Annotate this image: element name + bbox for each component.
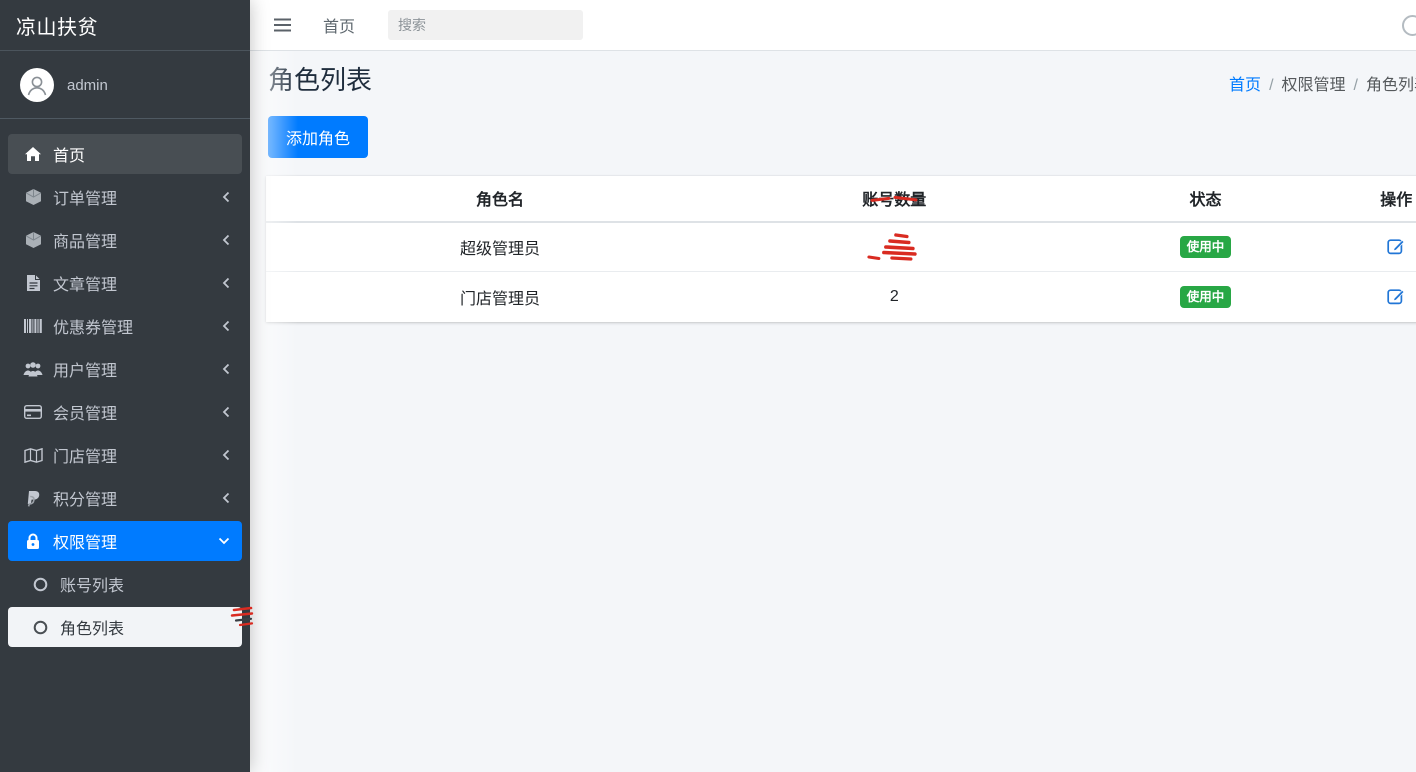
sidebar-item-label: 用户管理: [53, 357, 222, 381]
table-header-row: 角色名 账号数量 状态 操作: [266, 176, 1416, 222]
sidebar-item-role-list[interactable]: 角色列表: [8, 607, 242, 647]
column-header-actions: 操作: [1356, 176, 1416, 222]
chevron-left-icon: [222, 234, 230, 246]
sidebar-item-orders[interactable]: 订单管理: [8, 177, 242, 217]
column-header-role-name: 角色名: [266, 176, 734, 222]
status-cell: 使用中: [1055, 272, 1357, 322]
chevron-left-icon: [222, 277, 230, 289]
users-icon: [18, 362, 48, 377]
column-header-label: 账号数量: [862, 192, 926, 209]
role-name-cell: 门店管理员: [266, 272, 734, 322]
account-count-cell: 2: [734, 272, 1055, 322]
paypal-icon: [18, 490, 48, 507]
status-badge: 使用中: [1180, 286, 1232, 309]
chevron-left-icon: [222, 363, 230, 375]
table-row: 门店管理员 2 使用中: [266, 272, 1416, 322]
status-cell: 使用中: [1055, 222, 1357, 272]
sidebar-item-label: 门店管理: [53, 443, 222, 467]
actions-cell: [1356, 222, 1416, 272]
cube-icon: [18, 188, 48, 206]
credit-card-icon: [18, 405, 48, 419]
sidebar-item-coupons[interactable]: 优惠券管理: [8, 306, 242, 346]
sidebar-item-label: 文章管理: [53, 271, 222, 295]
search-box: [388, 10, 583, 40]
barcode-icon: [18, 319, 48, 333]
page-title: 角色列表: [268, 66, 372, 96]
circle-icon: [25, 577, 55, 592]
sidebar-item-products[interactable]: 商品管理: [8, 220, 242, 260]
sidebar-item-members[interactable]: 会员管理: [8, 392, 242, 432]
sidebar-nav: 首页 订单管理 商品管理 文章管理 优: [0, 119, 250, 658]
chevron-left-icon: [222, 191, 230, 203]
brand-title[interactable]: 凉山扶贫: [0, 0, 250, 51]
sidebar-item-points[interactable]: 积分管理: [8, 478, 242, 518]
sidebar-item-account-list[interactable]: 账号列表: [8, 564, 242, 604]
sidebar-item-label: 账号列表: [60, 572, 232, 596]
column-header-status: 状态: [1055, 176, 1357, 222]
chevron-left-icon: [222, 320, 230, 332]
edit-role-button[interactable]: [1385, 235, 1407, 260]
map-icon: [18, 448, 48, 463]
breadcrumb-item-permissions: 权限管理: [1282, 77, 1346, 94]
user-name[interactable]: admin: [67, 77, 108, 94]
edit-role-button[interactable]: [1385, 285, 1407, 310]
file-icon: [18, 274, 48, 292]
column-header-account-count: 账号数量: [734, 176, 1055, 222]
chevron-down-icon: [218, 537, 230, 545]
sidebar-item-stores[interactable]: 门店管理: [8, 435, 242, 475]
role-table-card: 角色名 账号数量 状态 操作 超级管理员: [266, 176, 1416, 322]
sidebar-item-articles[interactable]: 文章管理: [8, 263, 242, 303]
hamburger-icon: [274, 18, 291, 32]
sidebar-toggle-button[interactable]: [274, 18, 291, 32]
main-area: 首页 角色列表 首页/权限管理/角色列表 添加角色 角色名 账号数量: [250, 0, 1416, 772]
actions-cell: [1356, 272, 1416, 322]
topbar-home-link[interactable]: 首页: [323, 13, 355, 37]
home-icon: [18, 146, 48, 162]
breadcrumb-separator: /: [1346, 77, 1366, 94]
search-input[interactable]: [388, 17, 583, 33]
chevron-left-icon: [222, 449, 230, 461]
breadcrumb-separator: /: [1261, 77, 1281, 94]
chevron-left-icon: [222, 406, 230, 418]
clipped-circle-icon[interactable]: [1402, 15, 1416, 36]
table-row: 超级管理员: [266, 222, 1416, 272]
sidebar-item-label: 积分管理: [53, 486, 222, 510]
user-panel: admin: [0, 51, 250, 119]
breadcrumb: 首页/权限管理/角色列表: [1229, 71, 1416, 95]
sidebar-item-label: 会员管理: [53, 400, 222, 424]
content-header: 角色列表 首页/权限管理/角色列表: [250, 51, 1416, 96]
red-scribble-annotation: [865, 231, 921, 263]
sidebar-item-label: 优惠券管理: [53, 314, 222, 338]
sidebar-item-label: 首页: [53, 142, 232, 166]
cube-icon: [18, 231, 48, 249]
sidebar-item-home[interactable]: 首页: [8, 134, 242, 174]
sidebar-item-permissions[interactable]: 权限管理: [8, 521, 242, 561]
sidebar-item-label: 订单管理: [53, 185, 222, 209]
edit-icon: [1387, 287, 1405, 305]
status-badge: 使用中: [1180, 236, 1232, 259]
sidebar-item-label: 权限管理: [53, 529, 218, 553]
circle-icon: [25, 620, 55, 635]
breadcrumb-item-role-list: 角色列表: [1366, 77, 1416, 94]
chevron-left-icon: [222, 492, 230, 504]
sidebar-item-users[interactable]: 用户管理: [8, 349, 242, 389]
role-table: 角色名 账号数量 状态 操作 超级管理员: [266, 176, 1416, 322]
avatar[interactable]: [20, 68, 54, 102]
lock-icon: [18, 533, 48, 550]
sidebar: 凉山扶贫 admin 首页 订单管理 商品管: [0, 0, 250, 772]
breadcrumb-home-link[interactable]: 首页: [1229, 77, 1261, 94]
topbar: 首页: [250, 0, 1416, 51]
role-name-cell: 超级管理员: [266, 222, 734, 272]
account-count-cell: [734, 222, 1055, 272]
add-role-button[interactable]: 添加角色: [268, 116, 368, 158]
sidebar-item-label: 商品管理: [53, 228, 222, 252]
edit-icon: [1387, 237, 1405, 255]
user-icon: [24, 72, 50, 98]
sidebar-item-label: 角色列表: [60, 615, 232, 639]
